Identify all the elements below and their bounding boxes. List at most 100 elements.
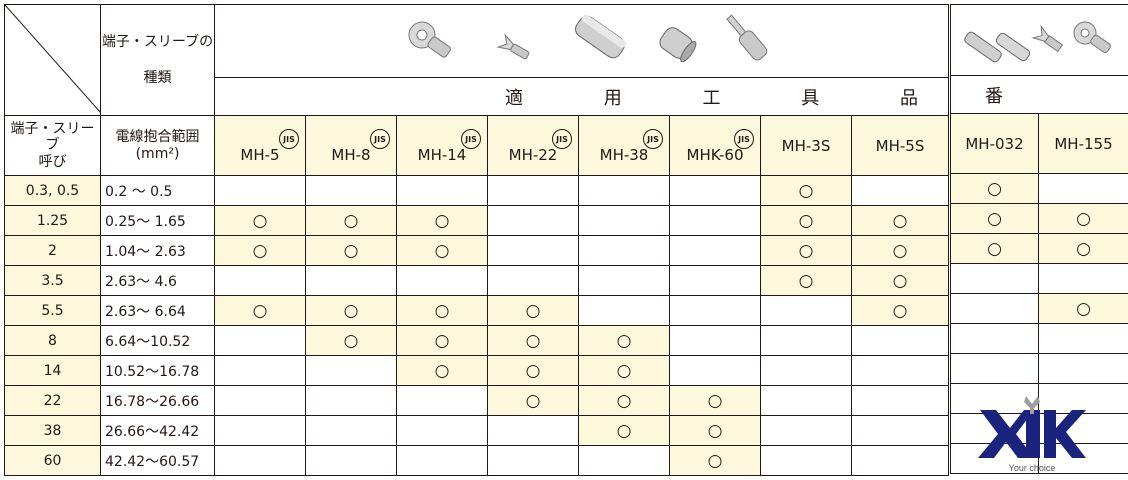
compatibility-cell	[851, 325, 949, 356]
compatibility-cell	[1038, 263, 1128, 294]
jis-mark-icon: JIS	[306, 127, 396, 149]
compatibility-cell: ○	[214, 295, 306, 326]
compatibility-cell	[305, 175, 397, 206]
compatibility-cell: ○	[1038, 203, 1128, 234]
compatibility-cell	[760, 295, 852, 326]
size-label-1: 端子・スリーブ	[10, 121, 95, 154]
terminal-type-label-1: 端子・スリーブの	[101, 33, 214, 50]
header-char-5: 品	[900, 87, 918, 109]
header-char-1: 適	[505, 87, 523, 109]
jis-mark-label: JIS	[279, 129, 299, 149]
compatibility-cell: ○	[487, 355, 579, 386]
compatibility-cell	[396, 445, 488, 476]
terminal-size-cell: 60	[4, 445, 101, 476]
wire-range-cell: 42.42〜60.57	[100, 445, 215, 476]
tool-model-label: MH-5	[240, 146, 280, 164]
table-row: ○	[950, 173, 1128, 204]
compatibility-cell	[950, 263, 1039, 294]
terminal-size-cell: 8	[4, 325, 101, 356]
compatibility-cell: ○	[669, 385, 761, 416]
terminal-size-cell: 5.5	[4, 295, 101, 326]
compatibility-cell	[669, 355, 761, 386]
tool-header-mh-5: JIS MH-5	[214, 115, 306, 176]
fork-terminal-icon	[495, 33, 529, 60]
mixed-terminals-cell	[950, 4, 1128, 76]
compatibility-cell: ○	[1038, 233, 1128, 264]
table-row: ○	[950, 293, 1128, 324]
compatibility-cell	[214, 445, 306, 476]
size-column-header: 端子・スリーブ 呼び	[4, 115, 101, 176]
tool-header-mh-5s: MH-5S	[851, 115, 949, 176]
butt-sleeve-icon	[574, 14, 626, 59]
compatibility-cell: ○	[950, 203, 1039, 234]
compatibility-cell: ○	[214, 205, 306, 236]
tool-model-label: MHK-60	[686, 146, 744, 164]
tool-model-label: MH-14	[417, 146, 467, 164]
table-row: 60 42.42〜60.57 ○	[4, 445, 949, 476]
table-row: 1.25 0.25〜 1.65 ○ ○ ○ ○ ○	[4, 205, 949, 236]
header-char-4: 具	[801, 87, 820, 109]
compatibility-cell	[669, 295, 761, 326]
compatibility-cell: ○	[305, 325, 397, 356]
wire-range-cell: 2.63〜 4.6	[100, 265, 215, 296]
product-number-label: 番	[985, 85, 1003, 107]
compatibility-cell	[214, 415, 306, 446]
compatibility-cell: ○	[760, 265, 852, 296]
compatibility-cell: ○	[396, 235, 488, 266]
compatibility-cell: ○	[578, 355, 670, 386]
compatibility-cell	[396, 175, 488, 206]
compatibility-cell	[487, 205, 579, 236]
compatibility-cell: ○	[851, 235, 949, 266]
applicable-tools-table: 端子・スリーブの 種類 適 用 工 具 品 端子・スリーブ 呼び 電線抱合範囲 …	[4, 4, 949, 476]
applicable-tools-header: 適 用 工 具 品	[214, 77, 949, 116]
size-label-2: 呼び	[38, 153, 67, 170]
table-row: ○ ○	[950, 203, 1128, 234]
wire-range-cell: 10.52〜16.78	[100, 355, 215, 386]
compatibility-cell: ○	[669, 415, 761, 446]
compatibility-cell	[214, 325, 306, 356]
compatibility-cell: ○	[487, 325, 579, 356]
compatibility-cell	[1038, 173, 1128, 204]
table-row: ○ ○	[950, 233, 1128, 264]
compatibility-cell: ○	[851, 295, 949, 326]
compatibility-cell: ○	[396, 205, 488, 236]
terminal-size-cell: 38	[4, 415, 101, 446]
compatibility-cell	[1038, 353, 1128, 384]
product-number-header: 番	[950, 75, 1128, 114]
terminal-size-cell: 0.3, 0.5	[4, 175, 101, 206]
compatibility-cell: ○	[305, 295, 397, 326]
compatibility-cell	[950, 293, 1039, 324]
wire-range-cell: 0.25〜 1.65	[100, 205, 215, 236]
xjk-logo: Your choice	[974, 392, 1090, 474]
compatibility-cell	[760, 445, 852, 476]
compatibility-cell: ○	[950, 173, 1039, 204]
tool-model-label: MH-3S	[781, 136, 831, 155]
tool-model-label: MH-38	[599, 146, 649, 164]
terminal-size-cell: 2	[4, 235, 101, 266]
wire-range-cell: 16.78〜26.66	[100, 385, 215, 416]
compatibility-cell	[669, 175, 761, 206]
tool-model-label: MH-5S	[875, 136, 925, 155]
table-row	[950, 353, 1128, 384]
compatibility-cell	[214, 355, 306, 386]
compatibility-cell: ○	[487, 385, 579, 416]
compatibility-cell	[760, 325, 852, 356]
terminal-size-cell: 14	[4, 355, 101, 386]
wire-range-cell: 0.2 〜 0.5	[100, 175, 215, 206]
tool-header-mh-14: JIS MH-14	[396, 115, 488, 176]
compatibility-cell	[578, 445, 670, 476]
compatibility-cell	[578, 265, 670, 296]
tool-header-mh-032: MH-032	[950, 113, 1039, 174]
compatibility-cell	[851, 355, 949, 386]
tool-header-mhk-60: JIS MHK-60	[669, 115, 761, 176]
compatibility-cell	[487, 265, 579, 296]
compatibility-cell	[396, 385, 488, 416]
jis-mark-icon: JIS	[397, 127, 487, 149]
compatibility-cell: ○	[396, 295, 488, 326]
terminal-size-cell: 22	[4, 385, 101, 416]
compatibility-cell	[669, 265, 761, 296]
compatibility-cell	[950, 323, 1039, 354]
mixed-terminals-icon	[963, 21, 1111, 63]
table-row: 8 6.64〜10.52 ○ ○ ○ ○	[4, 325, 949, 356]
compatibility-cell: ○	[578, 385, 670, 416]
